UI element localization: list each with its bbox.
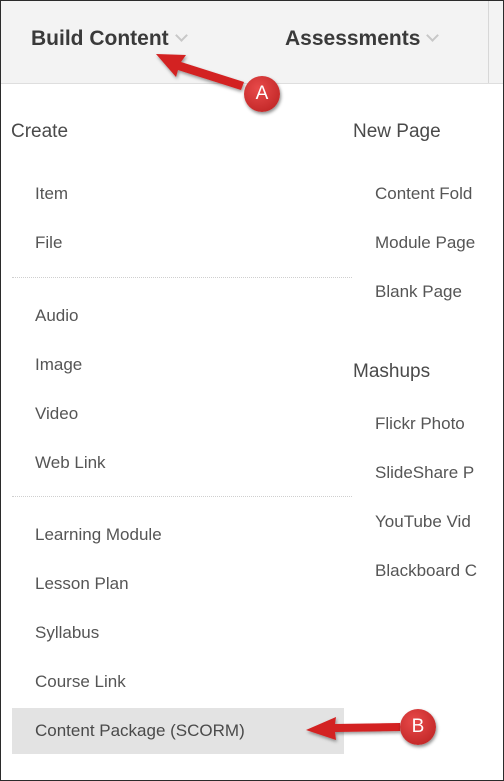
menu-item-video[interactable]: Video [35, 404, 78, 424]
menu-item-syllabus[interactable]: Syllabus [35, 623, 99, 643]
chevron-down-icon [174, 29, 188, 42]
tab-build-content[interactable]: Build Content [31, 27, 188, 51]
create-heading: Create [11, 121, 69, 142]
course-menu-bar: Build Content Assessments [1, 1, 503, 84]
tab-assessments[interactable]: Assessments [285, 27, 440, 51]
menu-item-web-link[interactable]: Web Link [35, 453, 106, 473]
menu-item-file[interactable]: File [35, 233, 62, 253]
menu-item-lesson-plan[interactable]: Lesson Plan [35, 574, 129, 594]
menu-item-course-link[interactable]: Course Link [35, 672, 126, 692]
menu-item-item[interactable]: Item [35, 184, 68, 204]
callout-b-badge: B [400, 709, 436, 745]
tab-divider [488, 1, 489, 83]
tab-assessments-label: Assessments [285, 27, 421, 50]
new-page-heading: New Page [353, 121, 441, 142]
menu-item-learning-module[interactable]: Learning Module [35, 525, 162, 545]
menu-item-slideshare[interactable]: SlideShare P [375, 463, 474, 483]
menu-item-blackboard[interactable]: Blackboard C [375, 561, 477, 581]
menu-item-flickr-photo[interactable]: Flickr Photo [375, 414, 465, 434]
chevron-down-icon [426, 29, 440, 42]
menu-item-content-folder[interactable]: Content Fold [375, 184, 472, 204]
build-content-menu-screenshot: Build Content Assessments Create Item Fi… [0, 0, 504, 781]
callout-a-badge: A [244, 76, 280, 112]
mashups-heading: Mashups [353, 361, 431, 382]
menu-item-module-page[interactable]: Module Page [375, 233, 475, 253]
menu-item-youtube-video[interactable]: YouTube Vid [375, 512, 471, 532]
tab-build-content-label: Build Content [31, 27, 169, 50]
menu-item-blank-page[interactable]: Blank Page [375, 282, 462, 302]
menu-item-content-package-scorm[interactable]: Content Package (SCORM) [35, 721, 245, 741]
menu-item-image[interactable]: Image [35, 355, 82, 375]
menu-divider [12, 496, 352, 497]
menu-divider [12, 277, 352, 278]
menu-item-audio[interactable]: Audio [35, 306, 78, 326]
